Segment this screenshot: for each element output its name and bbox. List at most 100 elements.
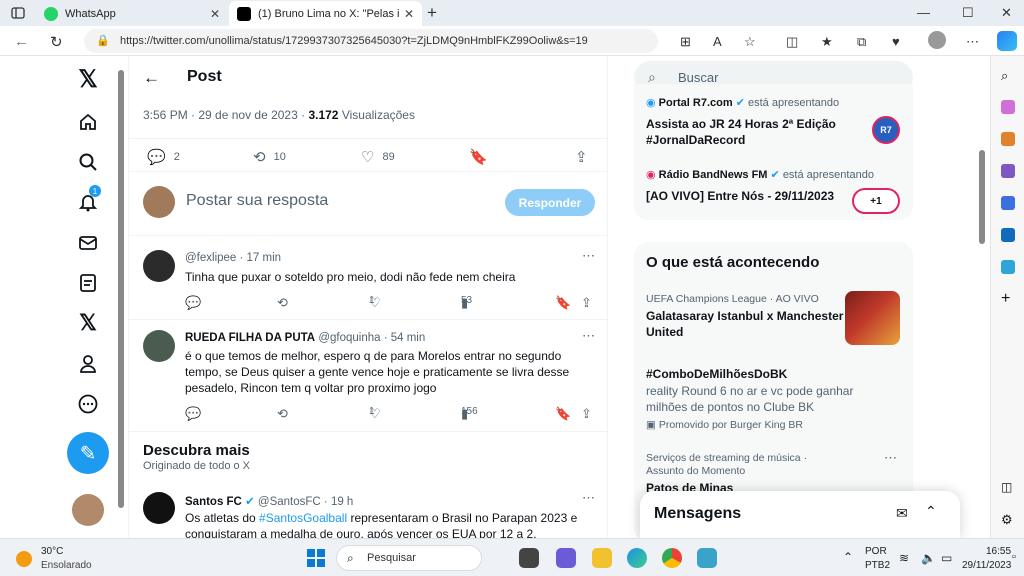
bookmark-action[interactable]: 🔖 — [469, 148, 496, 166]
notepad-icon[interactable] — [697, 548, 717, 568]
teams-chat-icon[interactable] — [556, 548, 576, 568]
trend-title[interactable]: Galatasaray Istanbul x Manchester United — [646, 308, 846, 340]
new-message-icon[interactable]: ✉ — [896, 505, 908, 522]
reply-tweet[interactable]: RUEDA FILHA DA PUTA @gfoquinha · 54 min … — [129, 320, 607, 432]
keyboard-layout[interactable]: PTB2 — [865, 560, 890, 571]
author-handle[interactable]: @SantosFC · 19 h — [258, 496, 353, 508]
edge-browser-icon[interactable] — [627, 548, 647, 568]
messages-drawer[interactable]: Mensagens ✉ ⌃ — [640, 491, 960, 538]
share-action[interactable]: ⇪ — [575, 148, 596, 166]
tab-actions-icon[interactable] — [10, 5, 26, 21]
tab-whatsapp[interactable]: WhatsApp ✕ — [36, 1, 228, 26]
participants-badge[interactable]: +1 — [852, 188, 900, 214]
back-arrow-icon[interactable]: ← — [143, 68, 160, 88]
add-icon[interactable]: + — [1001, 290, 1015, 307]
live-source[interactable]: ◉ Portal R7.com ✔ está apresentando — [646, 96, 839, 109]
notifications-bell-icon[interactable]: 1 — [76, 185, 101, 214]
weather-temperature[interactable]: 30°C — [41, 546, 63, 557]
hashtag-link[interactable]: #SantosGoalball — [259, 511, 347, 525]
windows-start-icon[interactable] — [307, 549, 325, 567]
scrollbar-thumb[interactable] — [979, 150, 985, 244]
taskbar-search[interactable]: ⌕ Pesquisar — [336, 545, 482, 571]
file-explorer-icon[interactable] — [592, 548, 612, 568]
compose-post-button[interactable]: ✎ — [67, 432, 109, 474]
clock-date[interactable]: 29/11/2023 — [962, 560, 1011, 571]
account-avatar[interactable] — [72, 494, 104, 526]
extensions-icon[interactable]: ♥ — [892, 34, 900, 49]
battery-icon[interactable]: ▭ — [941, 551, 952, 565]
chrome-icon[interactable] — [662, 548, 682, 568]
taskbar-search-input[interactable]: Pesquisar — [367, 552, 416, 564]
avatar[interactable] — [143, 330, 175, 362]
favorites-icon[interactable]: ★ — [821, 34, 833, 50]
copilot-icon[interactable] — [997, 31, 1017, 51]
premium-x-icon[interactable]: 𝕏 — [76, 310, 100, 335]
shopping-icon[interactable] — [1001, 100, 1015, 114]
explore-search-icon[interactable] — [76, 150, 100, 174]
split-screen-icon[interactable]: ◫ — [786, 34, 798, 50]
weather-description[interactable]: Ensolarado — [41, 560, 92, 571]
live-source[interactable]: ◉ Rádio BandNews FM ✔ está apresentando — [646, 168, 874, 181]
avatar[interactable] — [143, 492, 175, 524]
profile-avatar-icon[interactable] — [928, 31, 946, 49]
expand-chevron-icon[interactable]: ⌃ — [925, 503, 937, 520]
search-input[interactable]: Buscar — [678, 70, 718, 85]
author-name[interactable]: RUEDA FILHA DA PUTA — [185, 332, 315, 344]
more-options-icon[interactable]: ⋯ — [582, 328, 595, 344]
lists-icon[interactable] — [76, 271, 100, 295]
language-indicator[interactable]: POR — [865, 546, 887, 557]
discover-tweet[interactable]: Santos FC ✔ @SantosFC · 19 h ⋯ Os atleta… — [129, 484, 607, 538]
favorite-star-icon[interactable]: ☆ — [744, 34, 756, 50]
app-available-icon[interactable]: ⊞ — [680, 34, 691, 50]
url-text[interactable]: https://twitter.com/unollima/status/1729… — [120, 35, 600, 47]
more-options-icon[interactable]: ⋯ — [582, 490, 595, 506]
avatar[interactable] — [143, 250, 175, 282]
close-tab-icon[interactable]: ✕ — [210, 7, 220, 21]
clock-time[interactable]: 16:55 — [986, 546, 1011, 557]
tab-twitter[interactable]: (1) Bruno Lima no X: "Pelas infor ✕ — [229, 1, 422, 26]
weather-sun-icon[interactable] — [16, 551, 32, 567]
close-window-button[interactable]: ✕ — [1001, 5, 1012, 21]
x-logo-icon[interactable]: 𝕏 — [76, 66, 100, 93]
like-action[interactable]: ♡ 89 — [361, 148, 395, 166]
close-tab-icon[interactable]: ✕ — [404, 7, 414, 21]
author-handle[interactable]: @gfoquinha · 54 min — [318, 332, 425, 344]
reply-input[interactable]: Postar sua resposta — [186, 192, 328, 210]
r7-logo[interactable]: R7 — [872, 116, 900, 144]
more-circle-icon[interactable] — [76, 392, 100, 416]
address-bar[interactable]: 🔒 https://twitter.com/unollima/status/17… — [84, 29, 658, 53]
scrollbar-thumb[interactable] — [118, 70, 124, 508]
author-handle[interactable]: @fexlipee · 17 min — [185, 252, 281, 264]
reply-button[interactable]: Responder — [505, 189, 595, 216]
sidebar-toggle-icon[interactable]: ◫ — [1001, 480, 1015, 494]
live-title[interactable]: [AO VIVO] Entre Nós - 29/11/2023 — [646, 188, 846, 204]
tray-chevron-icon[interactable]: ⌃ — [843, 550, 853, 564]
reply-action[interactable]: 💬 2 — [147, 148, 180, 166]
trend-title[interactable]: #ComboDeMilhõesDoBK — [646, 366, 846, 382]
home-icon[interactable] — [76, 110, 100, 134]
more-options-icon[interactable]: ⋯ — [582, 248, 595, 264]
messages-mail-icon[interactable] — [76, 231, 100, 255]
tools-icon[interactable] — [1001, 132, 1015, 146]
reply-tweet[interactable]: @fexlipee · 17 min ⋯ Tinha que puxar o s… — [129, 240, 607, 320]
outlook-icon[interactable] — [1001, 228, 1015, 242]
back-icon[interactable]: ← — [14, 33, 29, 50]
main-scrollbar[interactable] — [118, 70, 124, 530]
refresh-icon[interactable]: ↻ — [50, 33, 63, 51]
more-options-icon[interactable]: ⋯ — [884, 450, 897, 466]
settings-gear-icon[interactable]: ⚙ — [1001, 512, 1015, 527]
profile-person-icon[interactable] — [76, 352, 100, 376]
speaker-icon[interactable]: 🔈 — [921, 551, 936, 565]
page-scrollbar[interactable] — [978, 56, 986, 538]
task-view-icon[interactable] — [519, 548, 539, 568]
read-aloud-icon[interactable]: A — [713, 34, 722, 49]
games-icon[interactable] — [1001, 164, 1015, 178]
notifications-icon[interactable]: ▫ — [1012, 551, 1016, 563]
send-icon[interactable] — [1001, 260, 1015, 274]
repost-action[interactable]: ⟲ 10 — [253, 148, 286, 166]
minimize-button[interactable]: — — [917, 5, 930, 20]
new-tab-button[interactable]: + — [427, 3, 437, 23]
more-menu-icon[interactable]: ⋯ — [966, 34, 979, 50]
trend-thumbnail[interactable] — [845, 291, 900, 345]
collections-icon[interactable]: ⧉ — [857, 34, 866, 50]
